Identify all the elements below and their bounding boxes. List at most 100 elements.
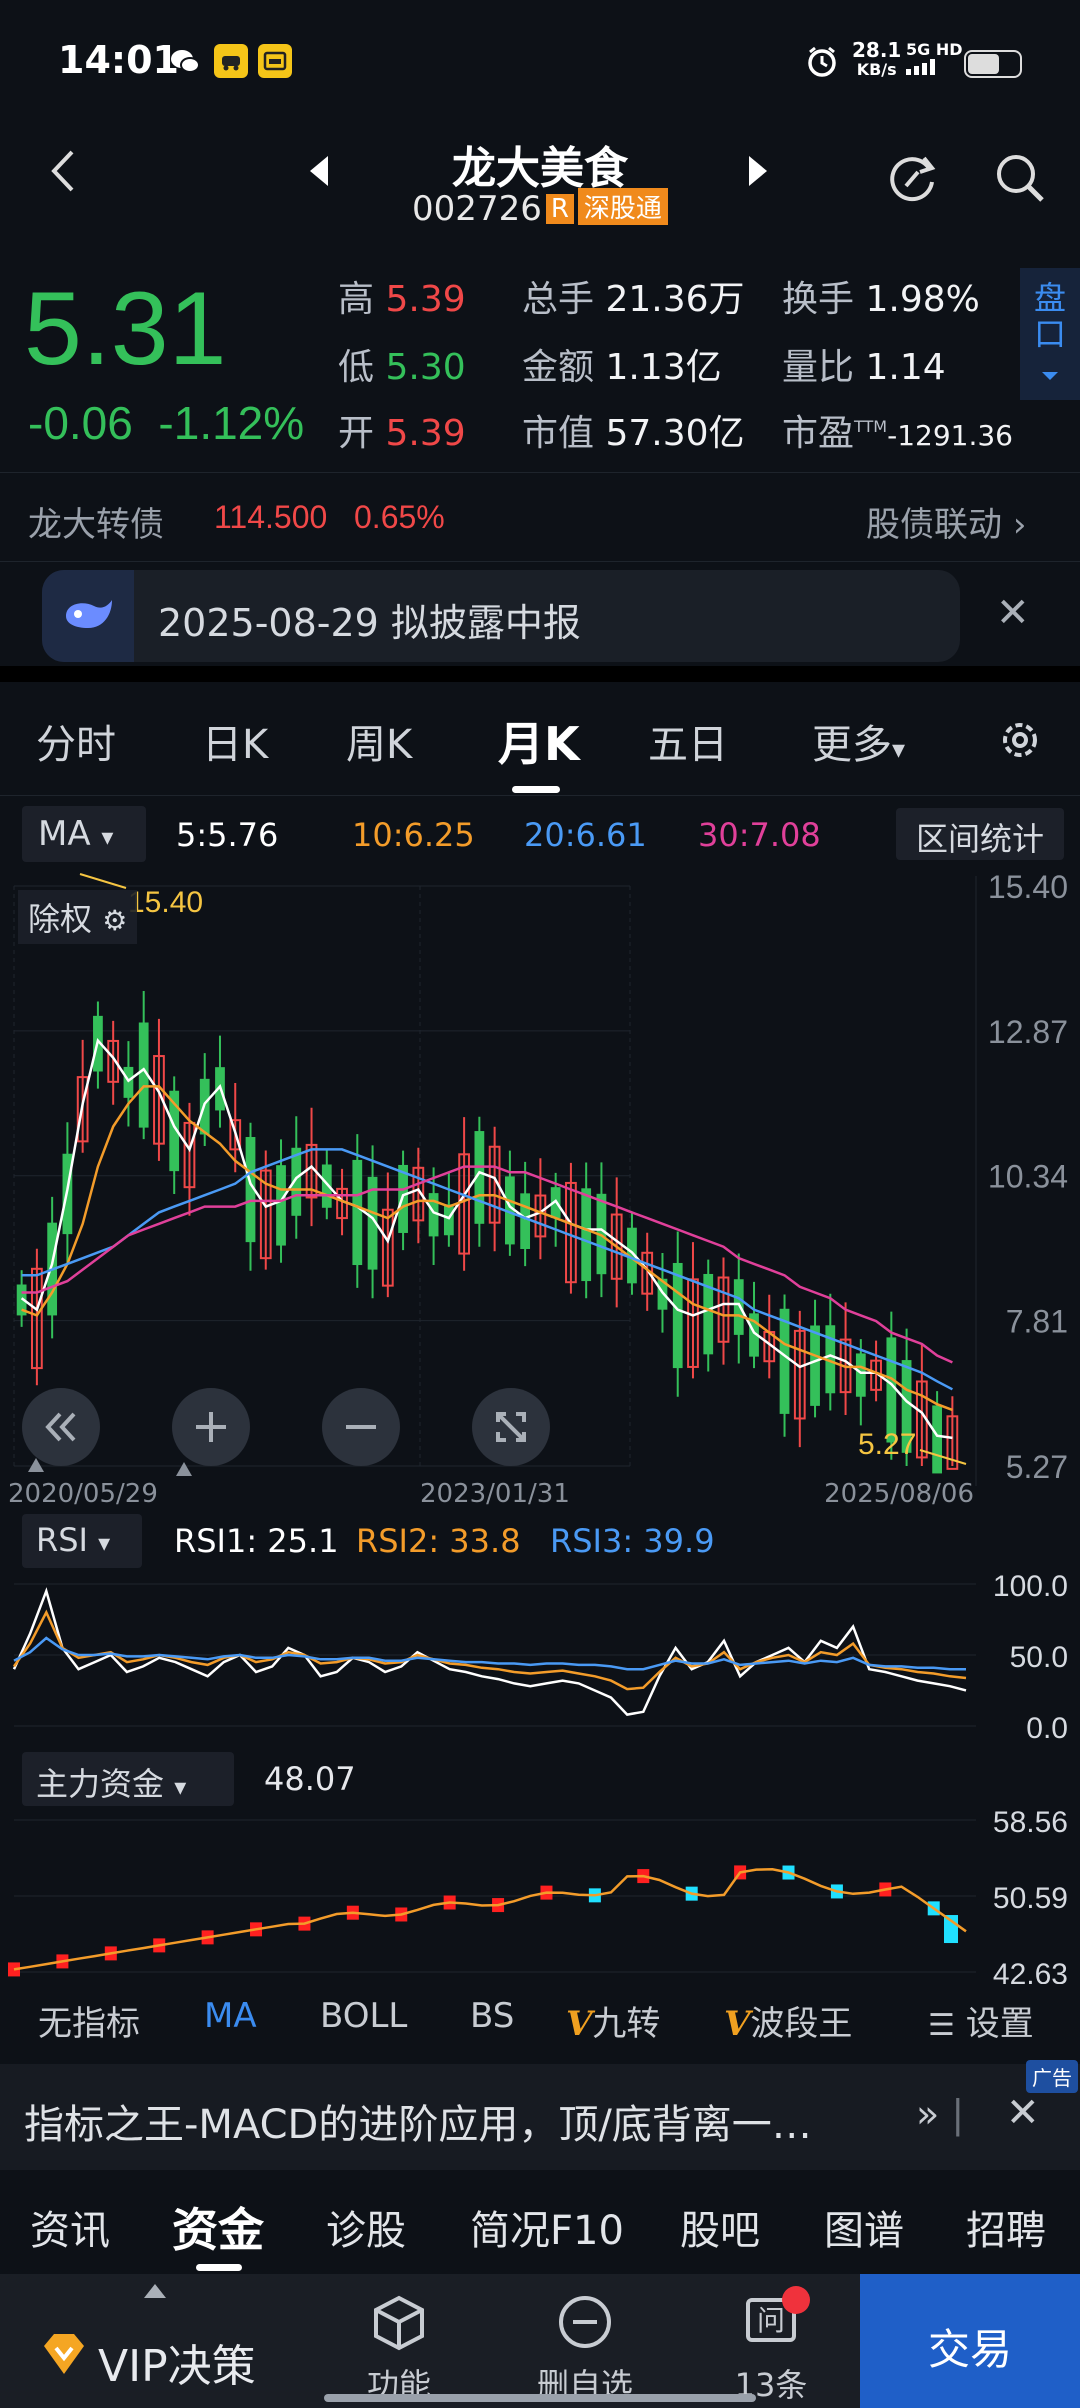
indicator-bs[interactable]: BS: [470, 1996, 514, 2036]
network-type: 5G HD: [906, 40, 963, 79]
low-mark-label: 5.27: [858, 1428, 916, 1461]
candle-body: [581, 1188, 592, 1282]
function-button[interactable]: 功能: [306, 2274, 492, 2408]
ma-indicator-selector[interactable]: MA ▾: [22, 806, 146, 862]
status-time: 14:01: [58, 38, 179, 82]
volume-label: 总手: [522, 279, 595, 320]
tab-capital[interactable]: 资金: [172, 2194, 264, 2260]
tab-diagnosis[interactable]: 诊股: [326, 2198, 406, 2256]
indicator-wave-king[interactable]: V波段王: [724, 1996, 852, 2045]
turnover-label: 换手: [782, 279, 855, 320]
chart-settings-button[interactable]: [996, 716, 1044, 764]
wechat-icon: [168, 44, 202, 78]
x-tick-label: 2025/08/06: [824, 1479, 974, 1506]
vip-decision-button[interactable]: VIP决策: [0, 2274, 306, 2408]
ma30-value: 30:7.08: [698, 816, 821, 854]
tab-graph[interactable]: 图谱: [824, 2198, 904, 2256]
store-app-icon: [258, 44, 292, 78]
tab-weekly[interactable]: 周K: [346, 712, 412, 770]
notice-close-button[interactable]: ✕: [996, 590, 1030, 636]
refresh-button[interactable]: [884, 148, 944, 208]
svg-text:问: 问: [757, 2304, 785, 2337]
candle-body: [520, 1193, 531, 1250]
chevron-right-icon: ›: [1012, 505, 1027, 545]
rsi-selector-label: RSI: [36, 1521, 88, 1559]
tab-monthly[interactable]: 月K: [498, 708, 580, 774]
capital-chart[interactable]: 58.56 50.59 42.63: [0, 1808, 1080, 1984]
tab-daily[interactable]: 日K: [202, 712, 268, 770]
rsi-indicator-selector[interactable]: RSI ▾: [22, 1514, 142, 1568]
y-tick-label: 50.0: [1010, 1641, 1068, 1674]
bond-percent: 0.65%: [354, 499, 445, 535]
high-label: 高: [338, 279, 375, 320]
zoom-in-button[interactable]: [172, 1388, 250, 1466]
candle-body: [672, 1262, 683, 1369]
y-tick-label: 12.87: [988, 1014, 1068, 1050]
rsi-chart[interactable]: 100.0 50.0 0.0: [0, 1570, 1080, 1740]
disclosure-notice[interactable]: 2025-08-29 拟披露中报: [42, 570, 960, 662]
zoom-out-button[interactable]: [322, 1388, 400, 1466]
caret-down-icon: [1042, 372, 1058, 380]
pe-ttm: TTM: [854, 417, 888, 436]
ad-close-button[interactable]: ✕: [1006, 2090, 1040, 2136]
speed-unit: KB/s: [856, 60, 897, 79]
minus-icon: [346, 1425, 376, 1429]
ask-button[interactable]: 问 13条: [678, 2274, 864, 2408]
ad-badge: 广告: [1026, 2060, 1078, 2093]
indicator-boll[interactable]: BOLL: [320, 1996, 407, 2036]
network-speed: 28.1 KB/s: [852, 40, 901, 80]
ad-expand-button[interactable]: » |: [916, 2092, 964, 2136]
trade-button[interactable]: 交易: [860, 2274, 1080, 2408]
kline-period-tabs: 分时 日K 周K 月K 五日 更多▾: [0, 682, 1080, 796]
tab-f10[interactable]: 简况F10: [470, 2198, 624, 2256]
change-percent: -1.12%: [158, 397, 305, 449]
open-value: 5.39: [385, 413, 466, 454]
tab-forum[interactable]: 股吧: [680, 2198, 760, 2256]
indicator-settings[interactable]: ☰ 设置: [928, 1996, 1034, 2045]
v-icon: V: [724, 2004, 751, 2044]
turnover-value: 1.98%: [865, 279, 980, 320]
volratio-value: 1.14: [865, 347, 946, 388]
open-label: 开: [338, 413, 375, 454]
indicator-nine-turn[interactable]: V九转: [566, 1996, 660, 2045]
divider: |: [951, 2092, 965, 2136]
tab-more[interactable]: 更多▾: [812, 712, 905, 770]
tab-jobs[interactable]: 招聘: [966, 2198, 1046, 2256]
y-tick-label: 10.34: [988, 1159, 1068, 1195]
remove-watchlist-button[interactable]: 删自选: [492, 2274, 678, 2408]
fullscreen-button[interactable]: [472, 1388, 550, 1466]
wave-king-label: 波段王: [750, 2004, 853, 2044]
amount: 金额 1.13亿: [522, 338, 722, 390]
indicator-ma[interactable]: MA: [204, 1996, 257, 2036]
volratio-label: 量比: [782, 347, 855, 388]
tab-intraday[interactable]: 分时: [36, 712, 116, 770]
caret-down-icon: ▾: [101, 823, 114, 851]
nine-turn-label: 九转: [592, 2004, 661, 2044]
mktcap-value: 57.30亿: [605, 413, 745, 454]
high-price: 高 5.39: [338, 270, 466, 322]
indicator-none[interactable]: 无指标: [38, 1996, 140, 2045]
x-tick-label: 2020/05/29: [8, 1479, 158, 1506]
alarm-icon: [804, 44, 840, 84]
pe-value: -1291.36: [887, 419, 1013, 452]
order-book-toggle[interactable]: 盘口: [1020, 268, 1080, 400]
range-stats-button[interactable]: 区间统计: [896, 808, 1064, 860]
y-tick-label: 100.0: [993, 1570, 1068, 1603]
next-stock-button[interactable]: [745, 154, 771, 197]
tab-five-day[interactable]: 五日: [648, 712, 728, 770]
price-change: -0.06 -1.12%: [28, 396, 304, 450]
bond-name: 龙大转债: [28, 505, 164, 545]
scroll-left-button[interactable]: [22, 1388, 100, 1466]
capital-indicator-selector[interactable]: 主力资金 ▾: [22, 1752, 234, 1806]
candle-body: [276, 1165, 286, 1246]
tab-news[interactable]: 资讯: [30, 2198, 110, 2256]
refresh-icon: [890, 156, 936, 202]
convertible-bond-row[interactable]: 龙大转债 114.500 0.65% 股债联动 ›: [0, 472, 1080, 562]
search-button[interactable]: [990, 148, 1050, 208]
network-label: 5G HD: [906, 40, 963, 59]
low-value: 5.30: [385, 347, 466, 388]
capital-selector-label: 主力资金: [36, 1765, 165, 1803]
bond-link[interactable]: 股债联动 ›: [866, 497, 1026, 546]
ex-rights-button[interactable]: 除权 ⚙: [18, 890, 138, 944]
open-price: 开 5.39: [338, 404, 466, 456]
